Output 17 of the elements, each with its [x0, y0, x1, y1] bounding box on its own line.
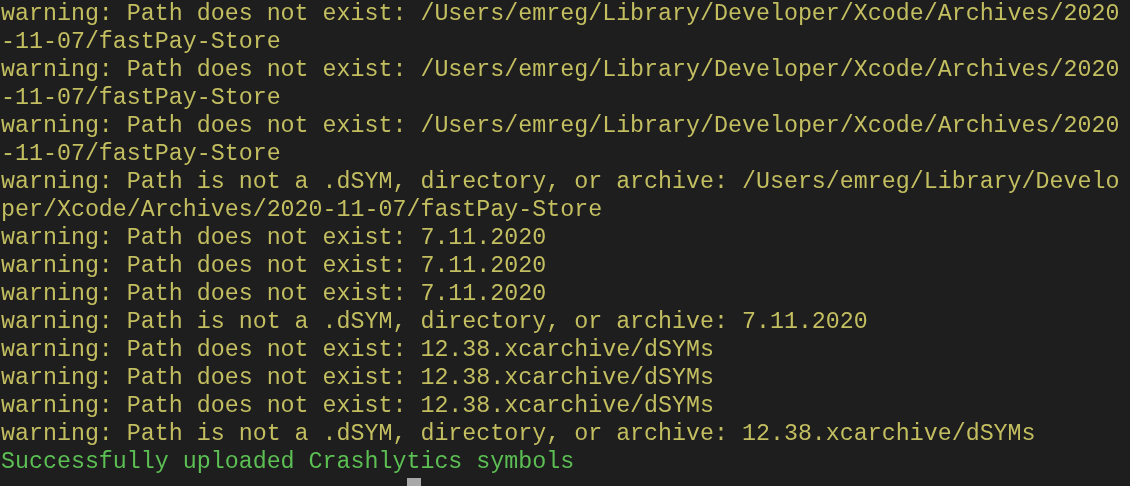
warning-line: warning: Path does not exist: 7.11.2020: [1, 252, 547, 280]
warning-line: warning: Path does not exist: /Users/emreg/Library/Developer/Xcode/Archives/2020: [1, 0, 1120, 28]
warning-line: -11-07/fastPay-Store: [1, 140, 281, 168]
warning-line: warning: Path is not a .dSYM, directory, or archive: 12.38.xcarchive/dSYMs: [1, 420, 1036, 448]
warning-line: warning: Path does not exist: 7.11.2020: [1, 224, 547, 252]
warning-line: warning: Path does not exist: 12.38.xcarchive/dSYMs: [1, 364, 714, 392]
warning-line: warning: Path does not exist: 12.38.xcarchive/dSYMs: [1, 392, 714, 420]
warning-line: warning: Path is not a .dSYM, directory, or archive: 7.11.2020: [1, 308, 868, 336]
warning-line: warning: Path is not a .dSYM, directory, or archive: /Users/emreg/Library/Develo: [1, 168, 1120, 196]
warning-line: -11-07/fastPay-Store: [1, 84, 281, 112]
warning-line: warning: Path does not exist: 12.38.xcarchive/dSYMs: [1, 336, 714, 364]
warning-line: warning: Path does not exist: /Users/emreg/Library/Developer/Xcode/Archives/2020: [1, 56, 1120, 84]
warning-line: per/Xcode/Archives/2020-11-07/fastPay-Store: [1, 196, 603, 224]
warning-line: -11-07/fastPay-Store: [1, 28, 281, 56]
warning-line: warning: Path does not exist: /Users/emreg/Library/Developer/Xcode/Archives/2020: [1, 112, 1120, 140]
warning-line: warning: Path does not exist: 7.11.2020: [1, 280, 547, 308]
success-line: Successfully uploaded Crashlytics symbols: [1, 448, 575, 476]
